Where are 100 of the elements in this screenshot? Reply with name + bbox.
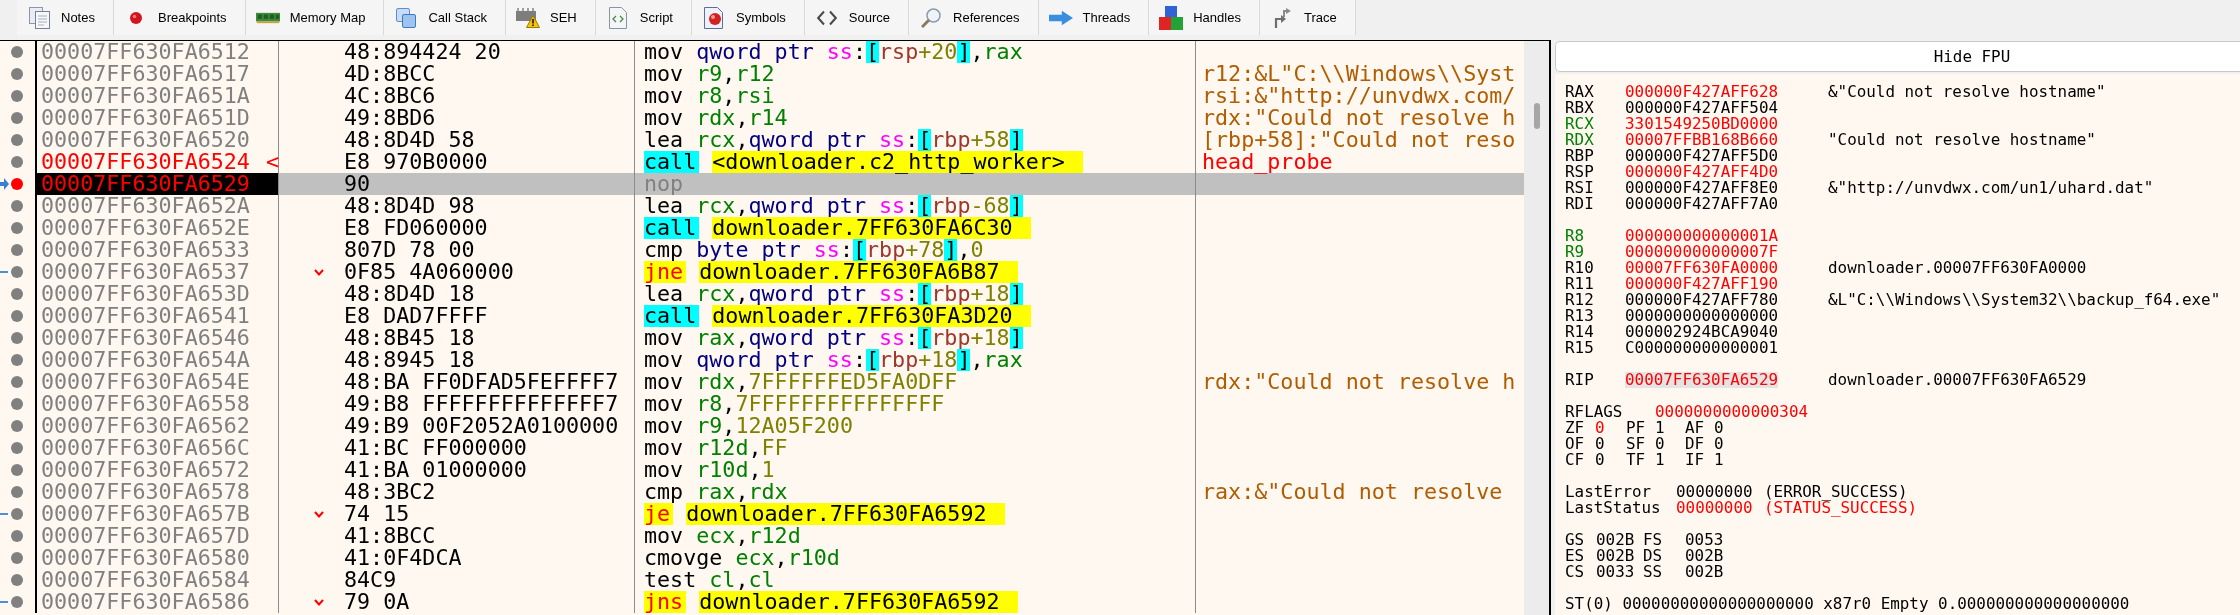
register-value[interactable]: 000000000000001A [1625,228,1779,244]
register-value[interactable]: 00007FFBB168B660 [1625,132,1779,148]
tab[interactable]: Notes [17,0,114,35]
flag-value: 0 [1595,420,1605,436]
comment-text: r12:&L"C:\\Windows\\Syst [1202,63,1516,85]
tab[interactable]: Handles [1149,0,1260,35]
address-text: 00007FF630FA6524 [40,151,250,173]
register-value[interactable]: 3301549250BD0000 [1625,116,1779,132]
scrollbar-thumb[interactable] [1534,103,1540,129]
instruction-text: call downloader.7FF630FA3D20 [644,305,1031,327]
dot-icon[interactable] [11,596,23,608]
dot-icon[interactable] [11,112,23,124]
segment-value: 002B [1596,532,1635,548]
instruction-text: call <downloader.c2_http_worker> [644,151,1083,173]
register-name: R14 [1565,324,1594,340]
comment-text: rdx:"Could not resolve h [1202,107,1516,129]
address-text: 00007FF630FA6578 [40,481,250,503]
status-value: 00000000 [1676,484,1753,500]
dot-icon[interactable] [11,134,23,146]
segment-name: ES [1565,548,1585,564]
register-value[interactable]: 000000000000007F [1625,244,1779,260]
dot-icon[interactable] [11,310,23,322]
dot-icon[interactable] [11,244,23,256]
bytes-text: 4D:8BCC [344,63,436,85]
arrows-icon [1272,7,1291,28]
bytes-text: 41:8BCC [344,525,436,547]
tab[interactable]: Script [595,0,692,35]
dot-icon[interactable] [11,332,23,344]
tab[interactable]: Memory Map [245,0,385,35]
flag-name: SF [1626,436,1646,452]
register-value[interactable]: 000002924BCA9040 [1625,324,1779,340]
address-text: 00007FF630FA6572 [40,459,250,481]
fpu-status: Empty [1880,596,1929,612]
fpu-value: 00000000000000000000 [1622,596,1814,612]
comment-text: [rbp+58]:"Could not reso [1202,129,1516,151]
address-text: 00007FF630FA6541 [40,305,250,327]
instruction-text: mov r8,7FFFFFFFFFFFFFFF [644,393,945,415]
scrollbar[interactable] [1524,41,1549,615]
dot-icon[interactable] [11,464,23,476]
row-highlight[interactable]: 90 nop [279,173,1524,195]
dot-icon[interactable] [11,442,23,454]
fpu-register-name: ST(0) [1565,596,1613,612]
dot-icon[interactable] [11,486,23,498]
bytes-text: 49:8BD6 [344,107,436,129]
dot-icon[interactable] [11,90,23,102]
register-value[interactable]: 000000F427AFF7A0 [1625,196,1779,212]
instruction-text: je downloader.7FF630FA6592 [644,503,1005,525]
fpu-number: 0.000000000000000000 [1938,596,2130,612]
hide-fpu-button[interactable]: Hide FPU [1555,41,2240,72]
dot-icon[interactable] [11,266,23,278]
tab[interactable]: Threads [1038,0,1150,35]
register-value[interactable]: 000000F427AFF504 [1625,100,1779,116]
address-text: 00007FF630FA6517 [40,63,250,85]
dot-icon[interactable] [11,530,23,542]
tab[interactable]: Breakpoints [113,0,246,35]
instruction-text: test cl,cl [644,569,775,591]
flag-value: 0 [1595,452,1605,468]
dot-icon[interactable] [11,552,23,564]
dot-icon[interactable] [11,156,23,168]
instruction-text: mov ecx,r12d [644,525,801,547]
dot-icon[interactable] [11,376,23,388]
segment-value: 002B [1685,564,1724,580]
dot-icon[interactable] [11,46,23,58]
address-text: 00007FF630FA6520 [40,129,250,151]
register-value[interactable]: 000000F427AFF628 [1625,84,1779,100]
dot-icon[interactable] [11,420,23,432]
register-value[interactable]: 000000F427AFF190 [1625,276,1779,292]
dot-icon[interactable] [11,200,23,212]
dot-icon[interactable] [11,288,23,300]
tab[interactable]: Call Stack [384,0,506,35]
register-comment: &"http://unvdwx.com/un1/uhard.dat" [1828,180,2154,196]
register-value[interactable]: 000000F427AFF4D0 [1625,164,1779,180]
bytes-text: 48:BA FF0DFAD5FEFFFF7 [344,371,619,393]
dot-icon[interactable] [11,508,23,520]
register-value[interactable]: 00007FF630FA0000 [1625,260,1779,276]
register-value[interactable]: 0000000000000000 [1625,308,1779,324]
instruction-text: lea rcx,qword ptr ss:[rbp-68] [644,195,1023,217]
register-value[interactable]: C000000000000001 [1625,340,1779,356]
instruction-text: jne downloader.7FF630FA6B87 [644,261,1018,283]
tab[interactable]: References [909,0,1039,35]
dot-icon[interactable] [11,574,23,586]
tab[interactable]: SEH [506,0,596,35]
bytes-text: 48:8B45 18 [344,327,475,349]
status-name: LastError [1565,484,1652,500]
tab[interactable]: Symbols [692,0,805,35]
dot-icon[interactable] [11,68,23,80]
dot-icon[interactable] [11,354,23,366]
dot-icon[interactable] [11,398,23,410]
tab[interactable]: Source [804,0,910,35]
tab[interactable]: Trace [1259,0,1356,35]
bytes-text: 48:8D4D 98 [344,195,475,217]
register-value[interactable]: 000000F427AFF5D0 [1625,148,1779,164]
register-value[interactable]: 000000F427AFF8E0 [1625,180,1779,196]
register-comment: downloader.00007FF630FA6529 [1828,372,2087,388]
register-name: R9 [1565,244,1585,260]
address-text: 00007FF630FA6584 [40,569,250,591]
register-value[interactable]: 000000F427AFF780 [1625,292,1779,308]
dot-icon[interactable] [11,222,23,234]
dot-icon[interactable] [11,178,23,190]
status-text: (ERROR_SUCCESS) [1764,484,1908,500]
